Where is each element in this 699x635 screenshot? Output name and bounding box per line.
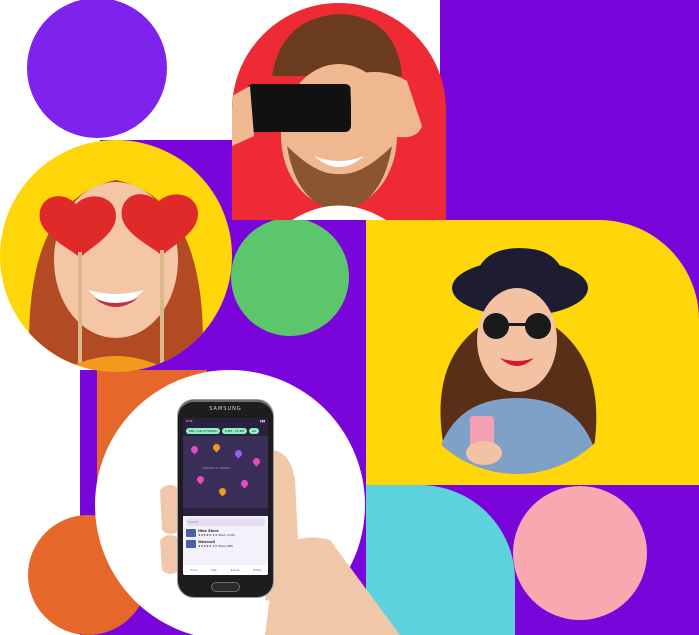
tab-home[interactable]: Home: [190, 569, 197, 572]
man-holding-phone-over-eyes-photo: [232, 6, 446, 220]
phone-home-button: [212, 583, 239, 591]
phone-status-bar: 9:41 ▮▮▮: [183, 418, 268, 426]
filter-pill-row: Mini cost of $2000 9 PM - 10 PM Go: [183, 426, 268, 436]
list-item[interactable]: Wearcall ★★★★★ 4.6 Stars (88): [186, 540, 265, 548]
map-pin-icon[interactable]: [211, 442, 222, 453]
listing-rating: ★★★★★ 4.8 Stars (139): [198, 533, 235, 537]
status-time: 9:41: [186, 419, 193, 423]
signal-icon: ▮▮▮: [260, 419, 265, 423]
map-pin-icon[interactable]: [251, 456, 262, 467]
map-pin-icon[interactable]: [239, 478, 250, 489]
list-item[interactable]: Hike Store ★★★★★ 4.8 Stars (139): [186, 529, 265, 537]
tab-map[interactable]: Map: [211, 569, 216, 572]
filter-pill-cost[interactable]: Mini cost of $2000: [186, 428, 220, 434]
map-label: DAMAD AL IGNAN: [203, 466, 230, 470]
map-pin-icon[interactable]: [195, 474, 206, 485]
pink-circle: [513, 486, 647, 620]
listing-thumbnail: [186, 529, 196, 537]
woman-with-heart-glasses-photo: [0, 140, 232, 372]
woman-with-hat-and-sunglasses-photo: [404, 248, 630, 474]
map-pin-icon[interactable]: [189, 444, 200, 455]
filter-pill-time[interactable]: 9 PM - 10 PM: [221, 428, 248, 434]
tab-profile[interactable]: Profile: [253, 569, 261, 572]
collage-canvas: SAMSUNG 9:41 ▮▮▮ Mini cost of $2000 9 PM…: [0, 0, 699, 635]
violet-circle: [27, 0, 167, 138]
phone-brand: SAMSUNG: [209, 406, 242, 412]
tab-events[interactable]: Events: [231, 569, 239, 572]
phone-tab-bar: Home Map Events Profile: [183, 565, 268, 575]
map-pin-icon[interactable]: [233, 448, 244, 459]
map-view[interactable]: DAMAD AL IGNAN: [183, 436, 268, 508]
map-pin-icon[interactable]: [217, 486, 228, 497]
smartphone: SAMSUNG 9:41 ▮▮▮ Mini cost of $2000 9 PM…: [178, 400, 273, 597]
phone-screen: 9:41 ▮▮▮ Mini cost of $2000 9 PM - 10 PM…: [183, 418, 268, 575]
filter-pill-go[interactable]: Go: [249, 428, 260, 434]
green-circle: [231, 218, 349, 336]
search-input[interactable]: Search: [186, 518, 265, 526]
listing-rating: ★★★★★ 4.6 Stars (88): [198, 544, 233, 548]
listing-thumbnail: [186, 540, 196, 548]
